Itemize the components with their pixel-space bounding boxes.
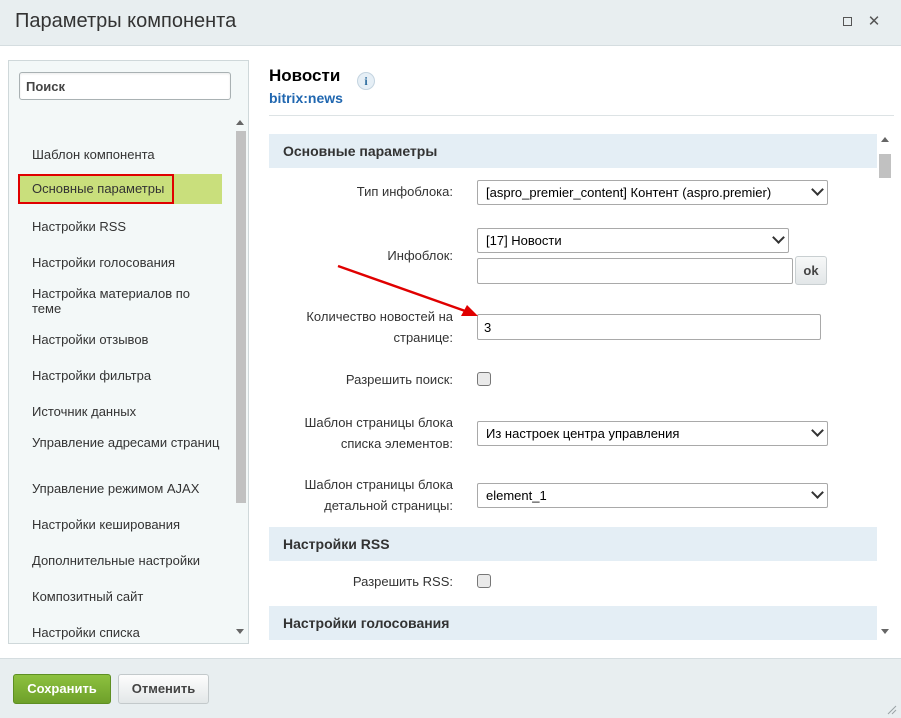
list-template-value: Из настроек центра управления [486,426,680,441]
dialog-titlebar: Параметры компонента ✕ [0,0,901,46]
dialog-footer: Сохранить Отменить [0,658,901,718]
sidebar-item-template[interactable]: Шаблон компонента [32,147,222,162]
save-button[interactable]: Сохранить [13,674,111,704]
search-input[interactable] [19,72,231,100]
iblock-value: [17] Новости [486,233,562,248]
sidebar-item-list-settings[interactable]: Настройки списка [32,625,222,640]
scroll-down-icon[interactable] [236,629,244,634]
allow-search-checkbox[interactable] [477,372,491,386]
sidebar-item-reviews[interactable]: Настройки отзывов [32,332,222,347]
chevron-down-icon [811,486,824,499]
component-code: bitrix:news [269,90,343,106]
sidebar-item-rss[interactable]: Настройки RSS [32,219,222,234]
allow-rss-label: Разрешить RSS: [352,574,453,589]
detail-template-value: element_1 [486,488,547,503]
sidebar-item-main-params[interactable]: Основные параметры [18,174,222,204]
close-icon[interactable]: ✕ [866,14,882,30]
ok-button[interactable]: ok [795,256,827,285]
sidebar-item-composite[interactable]: Композитный сайт [32,589,222,604]
allow-search-label: Разрешить поиск: [345,372,453,387]
detail-template-select[interactable]: element_1 [477,483,828,508]
iblock-id-input[interactable] [477,258,793,284]
chevron-down-icon [811,183,824,196]
iblock-select[interactable]: [17] Новости [477,228,789,253]
params-panel: Основные параметры Тип инфоблока: [aspro… [269,134,877,642]
sidebar-item-voting[interactable]: Настройки голосования [32,255,222,270]
info-icon[interactable]: i [357,72,375,90]
scroll-down-icon[interactable] [881,629,889,634]
list-template-select[interactable]: Из настроек центра управления [477,421,828,446]
list-template-label: Шаблон страницы блока списка элементов: [304,415,453,451]
resize-grip-icon[interactable] [885,703,897,715]
section-voting-title: Настройки голосования [269,606,877,640]
scrollbar-thumb[interactable] [879,154,891,178]
sidebar-item-data-source[interactable]: Источник данных [32,404,222,419]
iblock-label: Инфоблок: [387,248,453,263]
component-name: Новости [269,66,341,85]
dialog-title: Параметры компонента [15,10,237,32]
iblock-type-value: [aspro_premier_content] Контент (aspro.p… [486,185,772,200]
iblock-type-select[interactable]: [aspro_premier_content] Контент (aspro.p… [477,180,828,205]
news-count-input[interactable] [477,314,821,340]
chevron-down-icon [811,424,824,437]
sidebar-scrollbar[interactable] [232,117,248,642]
allow-rss-checkbox[interactable] [477,574,491,588]
sidebar-item-cache[interactable]: Настройки кеширования [32,517,222,532]
cancel-button[interactable]: Отменить [118,674,209,704]
sections-sidebar: Шаблон компонента Основные параметры Нас… [8,60,249,644]
iblock-type-label: Тип инфоблока: [356,184,453,199]
sidebar-item-additional[interactable]: Дополнительные настройки [32,553,222,568]
news-count-label: Количество новостей на странице: [306,309,453,345]
section-main-title: Основные параметры [269,134,877,168]
section-rss-title: Настройки RSS [269,527,877,561]
sidebar-item-related[interactable]: Настройка материалов по теме [32,286,222,316]
sidebar-item-ajax[interactable]: Управление режимом AJAX [32,481,222,496]
divider [269,115,894,116]
scrollbar-thumb[interactable] [236,131,246,503]
sidebar-item-sef[interactable]: Управление адресами страниц [32,435,222,450]
scroll-up-icon[interactable] [881,137,889,142]
chevron-down-icon [772,231,785,244]
sidebar-item-filter[interactable]: Настройки фильтра [32,368,222,383]
maximize-icon[interactable] [839,14,855,30]
detail-template-label: Шаблон страницы блока детальной страницы… [304,477,453,513]
params-scrollbar[interactable] [877,134,893,642]
scroll-up-icon[interactable] [236,120,244,125]
